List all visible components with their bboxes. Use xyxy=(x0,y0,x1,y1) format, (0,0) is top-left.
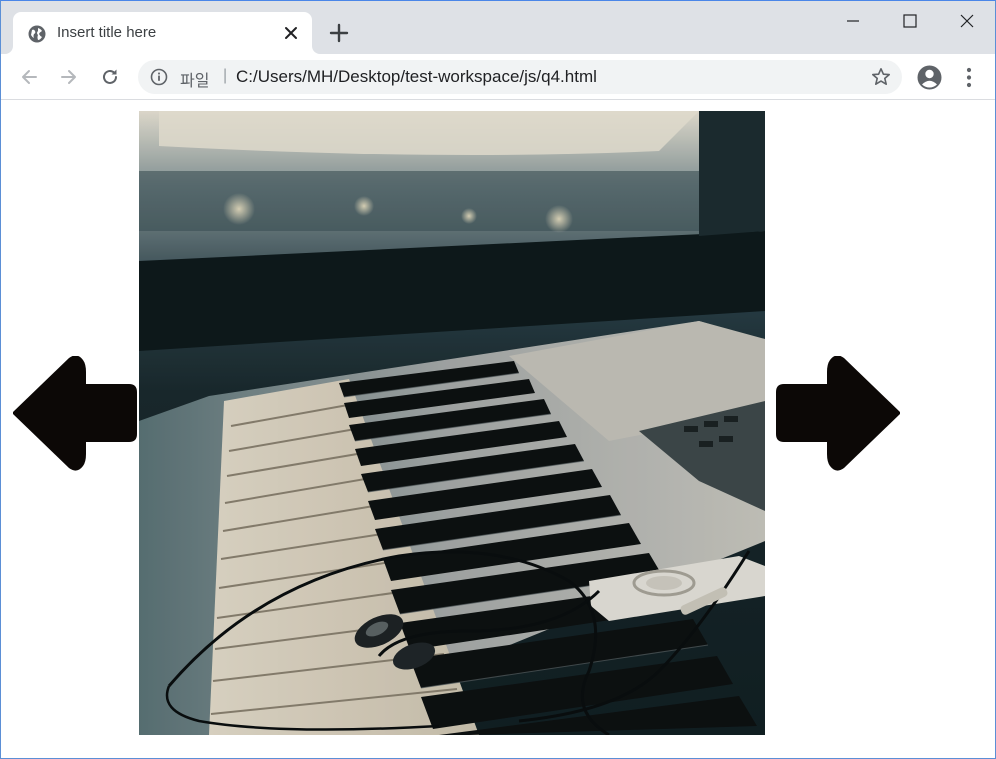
url-text[interactable]: C:/Users/MH/Desktop/test-workspace/js/q4… xyxy=(236,67,597,87)
info-icon[interactable] xyxy=(150,68,168,86)
close-icon xyxy=(960,14,973,28)
globe-icon xyxy=(28,25,46,43)
page-content xyxy=(1,101,995,758)
scheme-label: 파일 xyxy=(180,71,210,90)
close-window-button[interactable] xyxy=(938,1,995,41)
reload-button[interactable] xyxy=(97,64,123,90)
address-bar[interactable]: 파일 | C:/Users/MH/Desktop/test-workspace/… xyxy=(138,60,902,94)
maximize-button[interactable] xyxy=(881,1,938,41)
star-icon[interactable] xyxy=(871,67,891,87)
address-separator: | xyxy=(223,67,228,84)
minimize-icon xyxy=(846,20,859,22)
kebab-menu-icon[interactable] xyxy=(959,65,979,90)
back-button[interactable] xyxy=(16,64,42,90)
tab-strip: Insert title here xyxy=(1,1,995,54)
piano-photo xyxy=(139,111,765,735)
arrow-right-icon xyxy=(61,70,76,84)
big-right-arrow-icon[interactable] xyxy=(774,356,902,471)
reload-icon xyxy=(103,69,117,84)
tab-active[interactable]: Insert title here xyxy=(13,12,312,54)
account-icon[interactable] xyxy=(917,65,942,90)
browser-window: Insert title here 파일 | C:/Users/MH/Deskt… xyxy=(0,0,996,759)
arrow-left-icon xyxy=(22,70,37,84)
plus-icon[interactable] xyxy=(328,22,350,44)
window-controls xyxy=(824,1,995,41)
tab-title: Insert title here xyxy=(57,24,157,41)
big-left-arrow-icon[interactable] xyxy=(11,356,139,471)
close-icon[interactable] xyxy=(283,25,299,41)
forward-button[interactable] xyxy=(56,64,82,90)
maximize-icon xyxy=(902,14,917,28)
browser-toolbar: 파일 | C:/Users/MH/Desktop/test-workspace/… xyxy=(1,54,995,100)
minimize-button[interactable] xyxy=(824,1,881,41)
